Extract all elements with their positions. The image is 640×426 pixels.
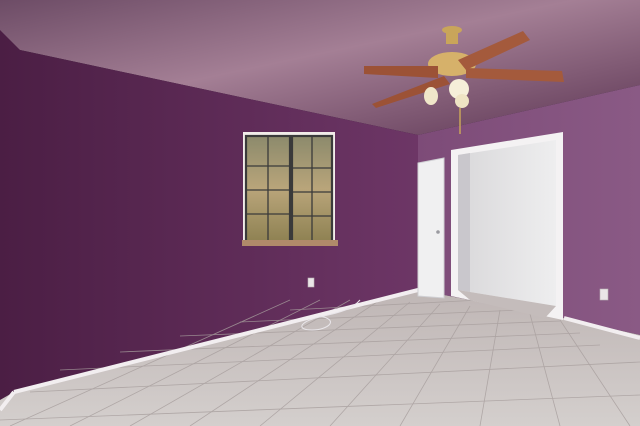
closet [451,132,563,320]
wall-outlet-left [307,277,315,288]
open-door [417,157,445,299]
room-photo [0,0,640,426]
wall-outlet-right [599,288,609,301]
room-illustration [0,0,640,426]
window [242,132,338,246]
fan-light [424,87,438,105]
fan-light [455,94,469,108]
